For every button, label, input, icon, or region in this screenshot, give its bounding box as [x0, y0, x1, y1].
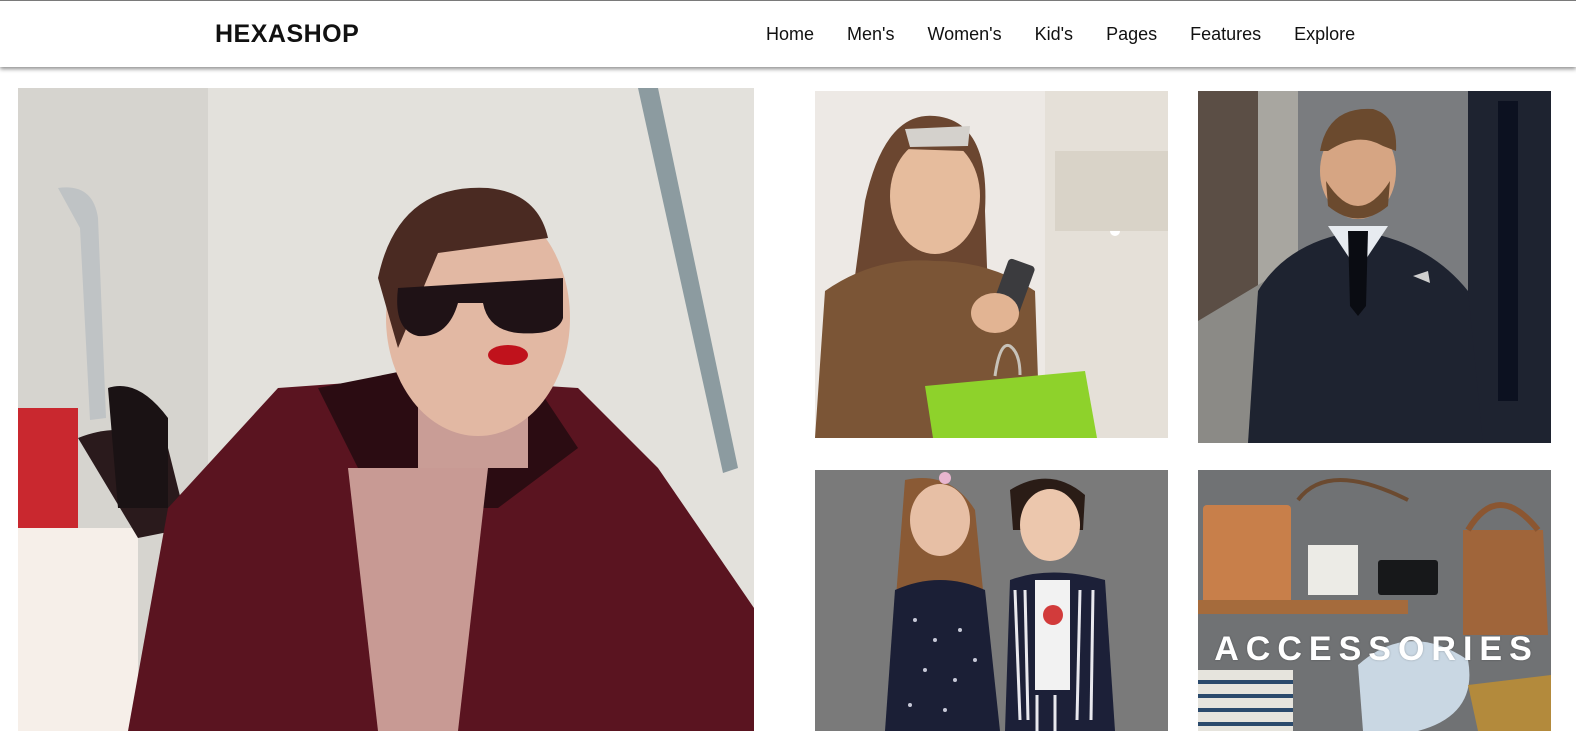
accessories-category-image[interactable]: ACCESSORIES — [1198, 470, 1551, 731]
hero-image-woman-shopping[interactable] — [18, 88, 754, 731]
kids-illustration — [815, 470, 1168, 731]
main-nav: Home Men's Women's Kid's Pages Features … — [766, 24, 1388, 45]
nav-womens[interactable]: Women's — [927, 24, 1001, 45]
nav-explore[interactable]: Explore — [1294, 24, 1355, 45]
site-header: HEXASHOP Home Men's Women's Kid's Pages … — [0, 0, 1576, 67]
nav-home[interactable]: Home — [766, 24, 814, 45]
womens-illustration — [815, 91, 1168, 438]
mens-category-image[interactable] — [1198, 91, 1551, 443]
hero-illustration — [18, 88, 754, 731]
accessories-label: ACCESSORIES — [1214, 630, 1539, 668]
mens-illustration — [1198, 91, 1551, 443]
accessories-illustration — [1198, 470, 1551, 731]
kids-category-image[interactable] — [815, 470, 1168, 731]
nav-features[interactable]: Features — [1190, 24, 1261, 45]
nav-kids[interactable]: Kid's — [1035, 24, 1073, 45]
womens-category-image[interactable] — [815, 91, 1168, 438]
site-logo[interactable]: HEXASHOP — [215, 20, 359, 49]
nav-pages[interactable]: Pages — [1106, 24, 1157, 45]
nav-mens[interactable]: Men's — [847, 24, 894, 45]
